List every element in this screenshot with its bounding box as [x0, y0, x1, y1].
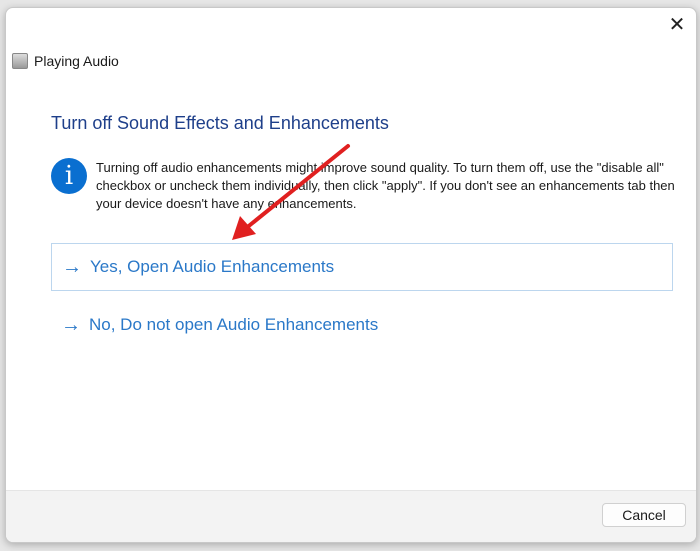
yes-open-enhancements-link[interactable]: → Yes, Open Audio Enhancements — [51, 243, 673, 291]
dialog-heading: Turn off Sound Effects and Enhancements — [51, 113, 389, 133]
speaker-app-icon — [12, 53, 28, 69]
close-button[interactable]: ✕ — [666, 14, 688, 36]
playing-audio-dialog: ✕ Playing Audio Turn off Sound Effects a… — [5, 7, 697, 543]
info-text: Turning off audio enhancements might imp… — [96, 160, 675, 211]
no-do-not-open-link[interactable]: → No, Do not open Audio Enhancements — [51, 301, 673, 349]
dialog-footer: Cancel — [6, 490, 696, 542]
info-icon: i — [51, 158, 87, 194]
option-label: Yes, Open Audio Enhancements — [90, 257, 335, 276]
option-label: No, Do not open Audio Enhancements — [89, 315, 379, 334]
arrow-right-icon: → — [61, 313, 81, 336]
title-bar: Playing Audio — [12, 53, 119, 69]
info-section: i Turning off audio enhancements might i… — [51, 158, 676, 213]
arrow-right-icon: → — [62, 255, 82, 278]
window-title: Playing Audio — [34, 53, 119, 69]
cancel-button[interactable]: Cancel — [602, 503, 686, 527]
